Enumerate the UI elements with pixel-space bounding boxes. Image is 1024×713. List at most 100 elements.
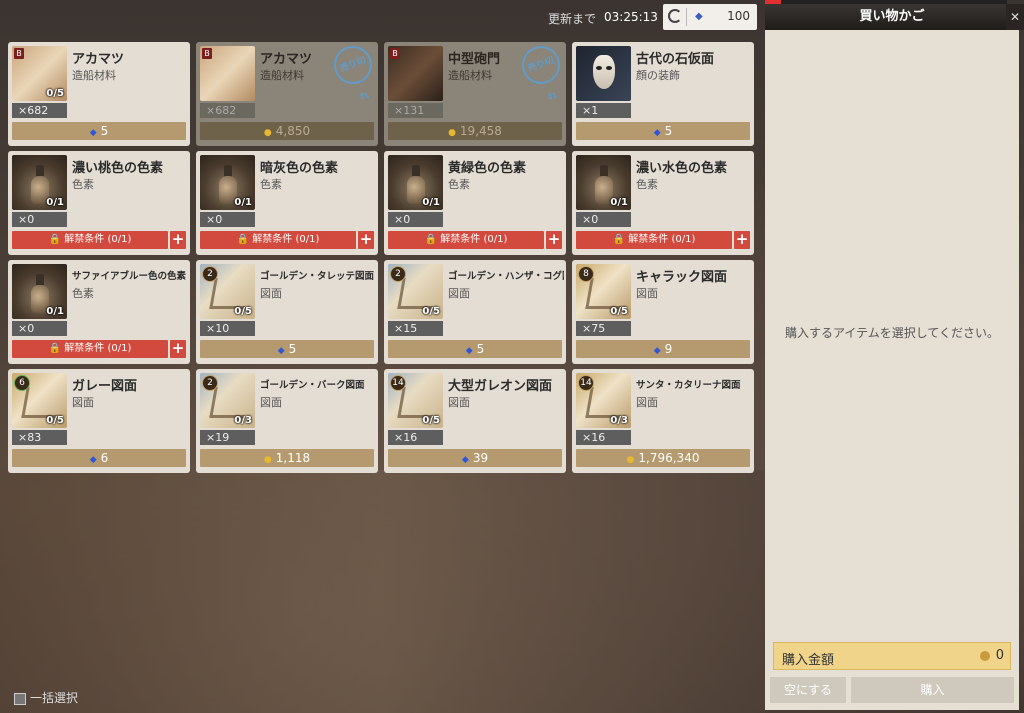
item-category: 色素 [260, 178, 282, 191]
purchase-limit: 0/5 [46, 415, 64, 426]
purchase-limit: 0/3 [610, 415, 628, 426]
price-button[interactable]: ◆ 5 [576, 122, 750, 140]
price-button[interactable]: ● 1,796,340 [576, 449, 750, 467]
item-name: サファイアブルー色の色素 [72, 271, 187, 282]
price-value: 5 [288, 342, 297, 356]
item-card[interactable]: 2 0/5 ×15 ゴールデン・ハンザ・コグ図面図面 ◆5 [384, 260, 566, 364]
owned-quantity: ×16 [576, 430, 631, 445]
price-button[interactable]: ● 1,118 [200, 449, 374, 467]
clear-cart-button[interactable]: 空にする [770, 677, 846, 703]
item-thumbnail [576, 46, 631, 101]
item-card[interactable]: 0/1 ×0 黄緑色の色素 色素 🔒 解禁条件 (0/1) + [384, 151, 566, 255]
item-thumbnail: 0/1 [12, 155, 67, 210]
buy-button[interactable]: 購入 [851, 677, 1014, 703]
level-badge: 2 [202, 375, 218, 391]
item-card[interactable]: ×1 古代の石仮面 顔の装飾 ◆ 5 [572, 42, 754, 146]
plus-icon[interactable]: + [170, 340, 186, 358]
item-card[interactable]: 0/1 ×0 暗灰色の色素 色素 🔒 解禁条件 (0/1) + [196, 151, 378, 255]
lock-icon: 🔒 [612, 234, 626, 245]
item-thumbnail: B [200, 46, 255, 101]
item-card[interactable]: 14 0/3 ×16 サンタ・カタリーナ図面 図面 ● 1,796,340 [572, 369, 754, 473]
price-value: 5 [100, 124, 109, 138]
checkbox-icon[interactable] [14, 692, 26, 705]
ship-icon [209, 387, 250, 418]
level-badge: 6 [14, 375, 30, 391]
cart-empty-message: 購入するアイテムを選択してください。 [784, 326, 1000, 340]
price-button[interactable]: ◆ 5 [200, 340, 374, 358]
price-button[interactable]: ◆ 6 [12, 449, 186, 467]
item-thumbnail: 0/1 [12, 264, 67, 319]
gem-icon: ◆ [277, 346, 285, 356]
plus-icon[interactable]: + [170, 231, 186, 249]
owned-quantity: ×0 [12, 321, 67, 336]
unlock-condition-button[interactable]: 🔒 解禁条件 (0/1) [12, 231, 168, 249]
item-card[interactable]: 2 0/3 ×19 ゴールデン・バーク図面 図面 ● 1,118 [196, 369, 378, 473]
price-value: 1,118 [275, 451, 311, 465]
ship-icon [209, 278, 250, 309]
item-card[interactable]: 8 0/5 ×75 キャラック図面 図面 ◆ 9 [572, 260, 754, 364]
item-category: 図面 [260, 396, 282, 409]
price-button[interactable]: ● 19,458 [388, 122, 562, 140]
close-icon[interactable]: ✕ [1006, 4, 1024, 30]
price-button[interactable]: ◆ 5 [388, 340, 562, 358]
gold-coin-icon: ● [263, 128, 272, 138]
purchase-limit: 0/5 [46, 88, 64, 99]
owned-quantity: ×682 [200, 103, 255, 118]
gem-icon: ◆ [653, 346, 661, 356]
item-card[interactable]: 0/1 ×0 濃い水色の色素 色素 🔒 解禁条件 (0/1) + [572, 151, 754, 255]
select-all-checkbox[interactable]: 一括選択 [14, 689, 78, 706]
gem-icon: ◆ [89, 128, 97, 138]
purchase-limit: 0/1 [422, 197, 440, 208]
item-card[interactable]: B 0/5 ×682 アカマツ 造船材料 ◆ 5 [8, 42, 190, 146]
item-category: 色素 [72, 287, 94, 300]
unlock-condition-button[interactable]: 🔒 解禁条件 (0/1) [576, 231, 732, 249]
gem-icon: ◆ [89, 455, 97, 465]
item-card[interactable]: B ×682 アカマツ 造船材料 売り切れ ● 4,850 [196, 40, 378, 146]
owned-quantity: ×19 [200, 430, 255, 445]
ship-icon [21, 387, 62, 418]
item-thumbnail: 0/1 [576, 155, 631, 210]
item-name: サンタ・カタリーナ図面 [636, 380, 741, 391]
item-thumbnail: 14 0/3 [576, 373, 631, 428]
ship-icon [397, 387, 438, 418]
item-thumbnail: B 0/5 [12, 46, 67, 101]
item-card[interactable]: 14 0/5 ×16 大型ガレオン図面 図面 ◆ 39 [384, 369, 566, 473]
price-value: 9 [664, 342, 673, 356]
purchase-limit: 0/1 [234, 197, 252, 208]
price-button[interactable]: ◆ 9 [576, 340, 750, 358]
select-all-label: 一括選択 [30, 691, 79, 705]
plus-icon[interactable]: + [734, 231, 750, 249]
item-category: 図面 [448, 396, 470, 409]
plus-icon[interactable]: + [358, 231, 374, 249]
unlock-condition-button[interactable]: 🔒 解禁条件 (0/1) [200, 231, 356, 249]
item-name: ゴールデン・バーク図面 [260, 380, 365, 391]
unlock-condition-button[interactable]: 🔒 解禁条件 (0/1) [12, 340, 168, 358]
item-category: 造船材料 [72, 69, 116, 82]
gem-icon: ◆ [465, 346, 473, 356]
shopping-cart-panel: 買い物かご 購入するアイテムを選択してください。 購入金額 0 空にする 購入 [765, 4, 1019, 710]
item-thumbnail: 6 0/5 [12, 373, 67, 428]
unlock-condition-button[interactable]: 🔒 解禁条件 (0/1) [388, 231, 544, 249]
item-category: 図面 [260, 287, 282, 300]
gem-icon: ◆ [653, 128, 661, 138]
item-name: ゴールデン・ハンザ・コグ図面 [448, 271, 564, 282]
item-card[interactable]: 2 0/5 ×10 ゴールデン・タレッテ図面 図面 ◆ 5 [196, 260, 378, 364]
item-card[interactable]: 0/1 ×0 サファイアブルー色の色素 色素 🔒 解禁条件 (0/1) + [8, 260, 190, 364]
purchase-limit: 0/5 [610, 306, 628, 317]
item-name: 黄緑色の色素 [448, 161, 527, 176]
grade-badge: B [14, 48, 24, 59]
item-thumbnail: 8 0/5 [576, 264, 631, 319]
item-card[interactable]: B ×131 中型砲門 造船材料 売り切れ ● 19,458 [384, 40, 566, 146]
price-value: 5 [476, 342, 485, 356]
item-card[interactable]: 6 0/5 ×83 ガレー図面 図面 ◆ 6 [8, 369, 190, 473]
price-button[interactable]: ● 4,850 [200, 122, 374, 140]
price-value: 5 [664, 124, 673, 138]
plus-icon[interactable]: + [546, 231, 562, 249]
item-category: 色素 [72, 178, 94, 191]
item-card[interactable]: 0/1 ×0 濃い桃色の色素 色素 🔒 解禁条件 (0/1) + [8, 151, 190, 255]
purchase-total-value: 0 [995, 648, 1004, 663]
item-name: 古代の石仮面 [636, 52, 715, 67]
refresh-icon[interactable] [668, 9, 682, 23]
price-button[interactable]: ◆ 5 [12, 122, 186, 140]
price-button[interactable]: ◆ 39 [388, 449, 562, 467]
